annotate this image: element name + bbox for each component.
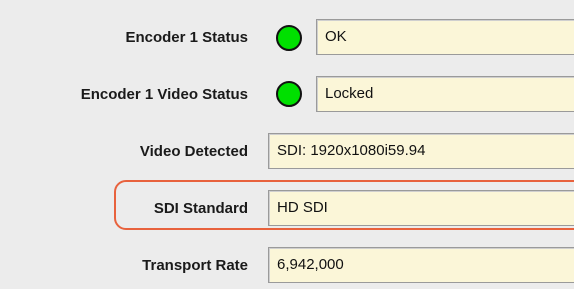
encoder-1-status-indicator-icon — [276, 25, 302, 51]
encoder-1-status-label: Encoder 1 Status — [125, 29, 248, 46]
transport-rate-field[interactable]: 6,942,000 — [268, 247, 574, 283]
encoder-1-video-status-indicator-icon — [276, 81, 302, 107]
encoder-1-status-field[interactable]: OK — [316, 19, 574, 55]
encoder-status-panel: Encoder 1 Status OK Encoder 1 Video Stat… — [0, 0, 574, 289]
encoder-1-video-status-field[interactable]: Locked — [316, 76, 574, 112]
transport-rate-label: Transport Rate — [142, 257, 248, 274]
video-detected-field[interactable]: SDI: 1920x1080i59.94 — [268, 133, 574, 169]
sdi-standard-label: SDI Standard — [153, 200, 248, 217]
video-detected-label: Video Detected — [139, 143, 248, 160]
sdi-standard-field[interactable]: HD SDI — [268, 190, 574, 226]
encoder-1-video-status-label: Encoder 1 Video Status — [80, 86, 248, 103]
